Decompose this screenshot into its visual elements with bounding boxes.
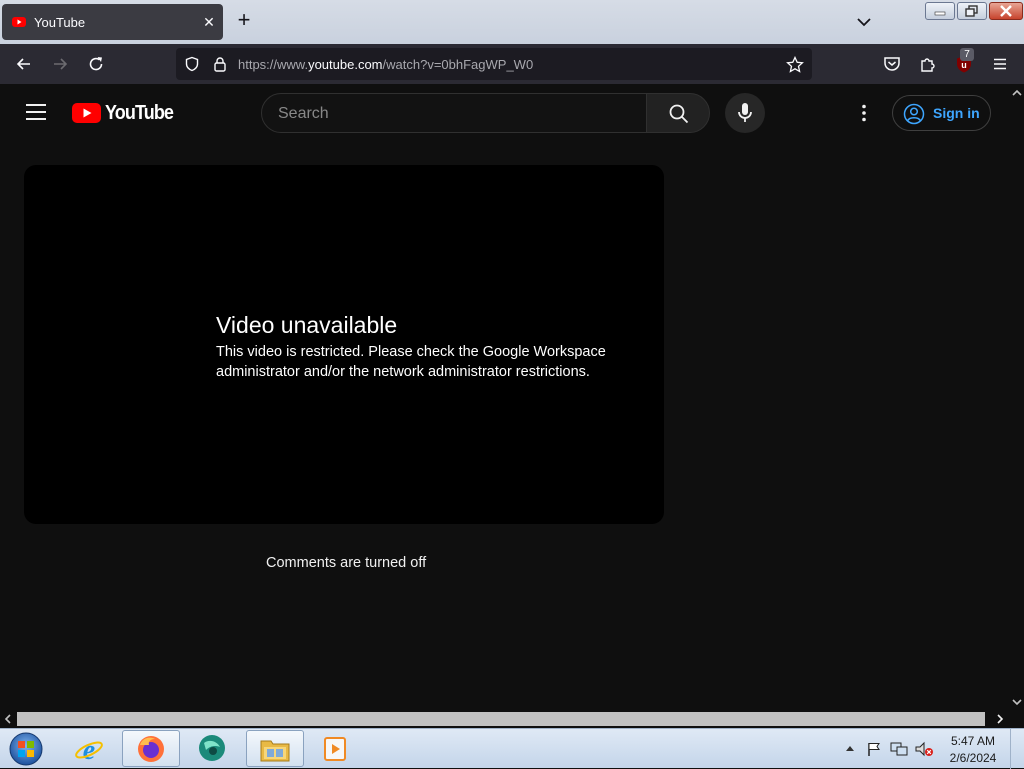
file-explorer-icon	[260, 740, 290, 762]
close-icon[interactable]: ✕	[200, 13, 218, 31]
search-icon	[669, 104, 689, 124]
taskbar: e 5:47 AM 2/6/2024	[0, 728, 1024, 769]
tab-youtube[interactable]: YouTube ✕	[2, 4, 223, 40]
windows-start-icon[interactable]	[7, 731, 45, 767]
error-message: This video is restricted. Please check t…	[216, 344, 606, 380]
svg-text:u: u	[961, 60, 967, 70]
url-path: /watch?v=0bhFagWP_W0	[382, 57, 534, 72]
url-bar[interactable]: https://www.youtube.com/watch?v=0bhFagWP…	[176, 48, 812, 80]
scroll-left-arrow-icon[interactable]	[2, 713, 14, 725]
clock-date[interactable]: 2/6/2024	[944, 751, 1002, 765]
taskbar-media-player[interactable]	[308, 730, 366, 767]
youtube-logo-icon	[72, 103, 101, 123]
account-icon	[903, 103, 925, 125]
search-input[interactable]: Search	[261, 93, 647, 133]
back-arrow-icon[interactable]	[14, 54, 34, 74]
url-prefix: https://www.	[238, 57, 309, 72]
extensions-icon[interactable]	[918, 54, 938, 74]
firefox-icon	[138, 736, 164, 762]
restore-button[interactable]	[957, 2, 987, 20]
kebab-icon[interactable]	[853, 102, 875, 124]
taskbar-ie[interactable]: e	[60, 730, 118, 767]
taskbar-firefox[interactable]	[122, 730, 180, 767]
ie-icon: e	[75, 735, 103, 764]
volume-muted-icon[interactable]	[914, 741, 934, 757]
media-player-icon	[324, 737, 346, 761]
tab-strip: YouTube ✕ +	[0, 0, 1024, 44]
svg-text:e: e	[83, 735, 95, 764]
scrollbar-thumb[interactable]	[17, 712, 985, 726]
hamburger-icon[interactable]	[26, 104, 46, 120]
star-icon[interactable]	[786, 56, 804, 74]
clock-time[interactable]: 5:47 AM	[944, 734, 1002, 748]
minimize-button[interactable]	[925, 2, 955, 20]
url-text[interactable]: https://www.youtube.com/watch?v=0bhFagWP…	[238, 57, 533, 72]
plus-icon[interactable]: +	[233, 9, 255, 32]
voice-search-button[interactable]	[725, 93, 765, 133]
app-icon	[199, 735, 225, 761]
sign-in-label: Sign in	[933, 105, 980, 121]
horizontal-scrollbar[interactable]	[0, 711, 1010, 727]
scroll-down-arrow-icon[interactable]	[1010, 697, 1024, 709]
comments-status: Comments are turned off	[266, 555, 427, 571]
reload-icon[interactable]	[86, 54, 106, 74]
action-center-flag-icon[interactable]	[866, 741, 882, 757]
scroll-up-arrow-icon[interactable]	[1010, 88, 1024, 98]
search-placeholder: Search	[278, 105, 329, 122]
pocket-icon[interactable]	[882, 54, 902, 74]
extension-badge: 7	[960, 48, 974, 61]
tab-title: YouTube	[34, 15, 86, 30]
taskbar-file-explorer[interactable]	[246, 730, 304, 767]
network-icon[interactable]	[890, 741, 908, 757]
youtube-favicon	[12, 17, 26, 27]
close-window-button[interactable]	[989, 2, 1023, 20]
youtube-logo-text: YouTube	[105, 101, 174, 124]
forward-arrow-icon[interactable]	[50, 54, 70, 74]
ublock-icon[interactable]: u 7	[954, 48, 974, 74]
video-player[interactable]: Video unavailable This video is restrict…	[24, 165, 664, 524]
chevron-down-icon[interactable]	[854, 12, 874, 32]
url-host: youtube.com	[308, 57, 383, 72]
shield-icon[interactable]	[184, 56, 200, 72]
lock-icon[interactable]	[212, 56, 228, 72]
nav-bar: https://www.youtube.com/watch?v=0bhFagWP…	[0, 44, 1024, 84]
search-button[interactable]	[646, 93, 710, 133]
menu-icon[interactable]	[990, 54, 1010, 74]
sign-in-button[interactable]: Sign in	[892, 95, 991, 131]
error-title: Video unavailable	[216, 312, 398, 338]
youtube-logo[interactable]: YouTube	[72, 102, 181, 124]
scroll-right-arrow-icon[interactable]	[994, 713, 1006, 725]
taskbar-app[interactable]	[184, 730, 242, 767]
mic-icon	[738, 103, 752, 122]
youtube-header: YouTube Search Sign in	[0, 84, 1024, 142]
tray-chevron-up-icon[interactable]	[844, 743, 856, 753]
show-desktop-button[interactable]	[1010, 729, 1024, 769]
